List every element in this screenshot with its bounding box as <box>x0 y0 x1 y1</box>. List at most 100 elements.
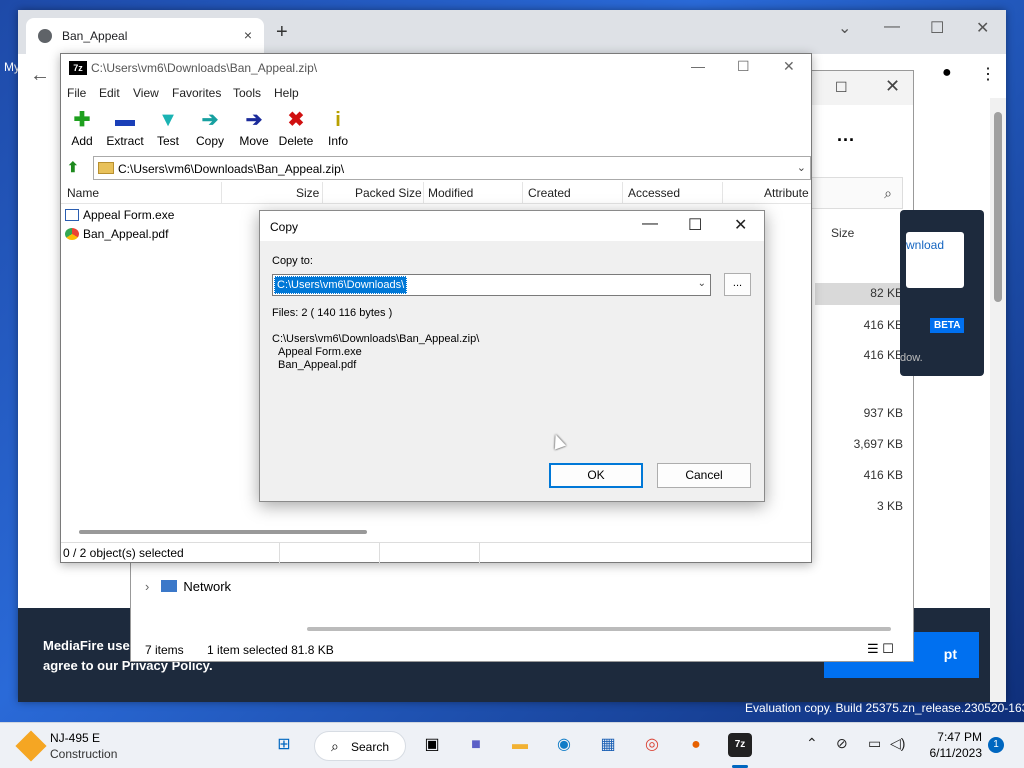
extract-button[interactable]: ▬ Extract <box>103 108 147 148</box>
cancel-button[interactable]: Cancel <box>657 463 751 488</box>
copy-label: Copy <box>195 134 224 148</box>
destination-value[interactable]: C:\Users\vm6\Downloads\ <box>274 276 408 294</box>
column-modified[interactable]: Modified <box>428 186 473 200</box>
column-size-header[interactable]: Size <box>831 226 854 240</box>
destination-combobox[interactable]: C:\Users\vm6\Downloads\ ⌄ <box>272 274 711 296</box>
status-separator <box>279 543 280 563</box>
copy-dialog: Copy — ☐ ✕ Copy to: C:\Users\vm6\Downloa… <box>259 210 765 502</box>
maximize-icon[interactable]: ☐ <box>737 58 750 75</box>
tab-favicon-icon <box>38 29 52 43</box>
notification-badge[interactable]: 1 <box>988 737 1004 753</box>
chevron-down-icon[interactable]: ⌄ <box>698 278 706 289</box>
source-file: Appeal Form.exe <box>278 346 362 358</box>
weather-line2: Construction <box>50 747 118 761</box>
sevenzip-taskbar-icon[interactable]: 7z <box>728 733 752 757</box>
more-options-icon[interactable]: ... <box>837 125 855 146</box>
column-created[interactable]: Created <box>528 186 571 200</box>
download-button[interactable]: wnload <box>906 232 964 288</box>
add-button[interactable]: ✚ Add <box>69 108 95 148</box>
column-packed-size[interactable]: Packed Size <box>355 186 422 200</box>
files-info: Files: 2 ( 140 116 bytes ) <box>272 307 393 319</box>
extract-label: Extract <box>106 134 144 148</box>
nav-item-network[interactable]: › Network <box>145 579 231 594</box>
sevenzip-titlebar: 7z C:\Users\vm6\Downloads\Ban_Appeal.zip… <box>61 54 811 82</box>
size-cell: 416 KB <box>863 348 903 362</box>
info-button[interactable]: i Info <box>325 108 351 148</box>
list-item[interactable]: Ban_Appeal.pdf <box>65 227 168 245</box>
file-name: Ban_Appeal.pdf <box>83 227 169 241</box>
size-cell: 3 KB <box>876 499 903 513</box>
close-icon[interactable]: ✕ <box>783 58 795 75</box>
column-name[interactable]: Name <box>67 186 99 200</box>
column-attributes[interactable]: Attribute <box>764 186 809 200</box>
menu-edit[interactable]: Edit <box>99 86 120 100</box>
maximize-icon[interactable]: ☐ <box>688 215 702 235</box>
selection-info: 1 item selected 81.8 KB <box>207 643 334 657</box>
chevron-down-icon[interactable]: ⌄ <box>797 161 806 174</box>
new-tab-button[interactable]: + <box>276 22 288 42</box>
maximize-icon[interactable]: ☐ <box>930 18 944 38</box>
start-windows-icon[interactable]: ⊞ <box>272 733 296 757</box>
menu-tools[interactable]: Tools <box>233 86 261 100</box>
delete-button[interactable]: ✖ Delete <box>277 108 315 148</box>
tab-close-icon[interactable]: × <box>244 27 252 43</box>
menu-favorites[interactable]: Favorites <box>172 86 221 100</box>
taskbar-search[interactable]: ⌕ Search <box>314 731 406 761</box>
close-icon[interactable]: ✕ <box>734 215 747 235</box>
copy-button[interactable]: ➔ Copy <box>193 108 227 148</box>
move-button[interactable]: ➔ Move <box>237 108 271 148</box>
menu-help[interactable]: Help <box>274 86 299 100</box>
size-cell: 82 KB <box>870 286 903 300</box>
info-icon: i <box>335 109 341 131</box>
column-size[interactable]: Size <box>296 186 319 200</box>
teams-chat-icon[interactable]: ■ <box>464 733 488 757</box>
network-disconnected-icon[interactable]: ⊘ <box>836 735 848 752</box>
firefox-icon[interactable]: ● <box>684 733 708 757</box>
menu-view[interactable]: View <box>133 86 159 100</box>
list-item[interactable]: Appeal Form.exe <box>65 208 174 226</box>
minimize-icon[interactable]: — <box>642 215 658 233</box>
dialog-titlebar: Copy — ☐ ✕ <box>260 211 764 241</box>
up-folder-icon[interactable]: ⬆ <box>67 159 83 175</box>
menu-file[interactable]: File <box>67 86 86 100</box>
store-icon[interactable]: ▦ <box>596 733 620 757</box>
menu-bar: File Edit View Favorites Tools Help <box>61 84 811 104</box>
page-scrollbar[interactable] <box>990 98 1006 702</box>
tab-search-icon[interactable]: ⌄ <box>838 18 851 38</box>
horizontal-scrollbar[interactable] <box>79 530 367 534</box>
toolbar: ✚ Add ▬ Extract ▼ Test ➔ Copy ➔ Move ✖ Delete … <box>61 106 811 154</box>
file-explorer-icon[interactable]: ▬ <box>508 733 532 757</box>
close-icon[interactable]: ✕ <box>976 18 989 38</box>
archive-path: C:\Users\vm6\Downloads\Ban_Appeal.zip\ <box>272 333 480 345</box>
task-view-icon[interactable]: ▣ <box>420 733 444 757</box>
profile-icon[interactable]: ● <box>942 64 952 82</box>
column-accessed[interactable]: Accessed <box>628 186 680 200</box>
test-button[interactable]: ▼ Test <box>155 108 181 148</box>
address-bar: ⬆ C:\Users\vm6\Downloads\Ban_Appeal.zip\… <box>61 156 811 180</box>
view-toggle-icons[interactable]: ☰ ☐ <box>867 641 894 657</box>
address-input[interactable]: C:\Users\vm6\Downloads\Ban_Appeal.zip\ ⌄ <box>93 156 811 180</box>
chrome-icon[interactable]: ◎ <box>640 733 664 757</box>
minimize-icon[interactable]: — <box>884 18 900 36</box>
volume-icon[interactable]: ◁) <box>890 735 905 752</box>
traffic-warning-icon <box>15 730 47 762</box>
browser-tab[interactable]: Ban_Appeal × <box>26 18 264 54</box>
search-input[interactable]: ⌕ <box>811 177 903 209</box>
clock[interactable]: 7:47 PM 6/11/2023 <box>922 729 983 761</box>
edge-icon[interactable]: ◉ <box>552 733 576 757</box>
ok-button[interactable]: OK <box>549 463 643 488</box>
display-icon[interactable]: ▭ <box>868 735 881 752</box>
menu-icon[interactable]: ⋮ <box>980 64 996 84</box>
search-icon: ⌕ <box>331 738 339 754</box>
scrollbar-thumb[interactable] <box>994 112 1002 302</box>
close-icon[interactable]: ✕ <box>885 76 900 97</box>
horizontal-scrollbar[interactable] <box>307 627 891 631</box>
window-title: C:\Users\vm6\Downloads\Ban_Appeal.zip\ <box>91 61 318 75</box>
browse-button[interactable]: ... <box>724 273 751 296</box>
maximize-icon[interactable]: ☐ <box>835 79 848 96</box>
card-text: dow. <box>900 352 923 364</box>
minimize-icon[interactable]: — <box>691 58 705 74</box>
back-arrow-icon[interactable]: ← <box>30 64 50 87</box>
chevron-up-icon[interactable]: ⌃ <box>806 735 818 752</box>
chevron-right-icon[interactable]: › <box>145 579 149 594</box>
